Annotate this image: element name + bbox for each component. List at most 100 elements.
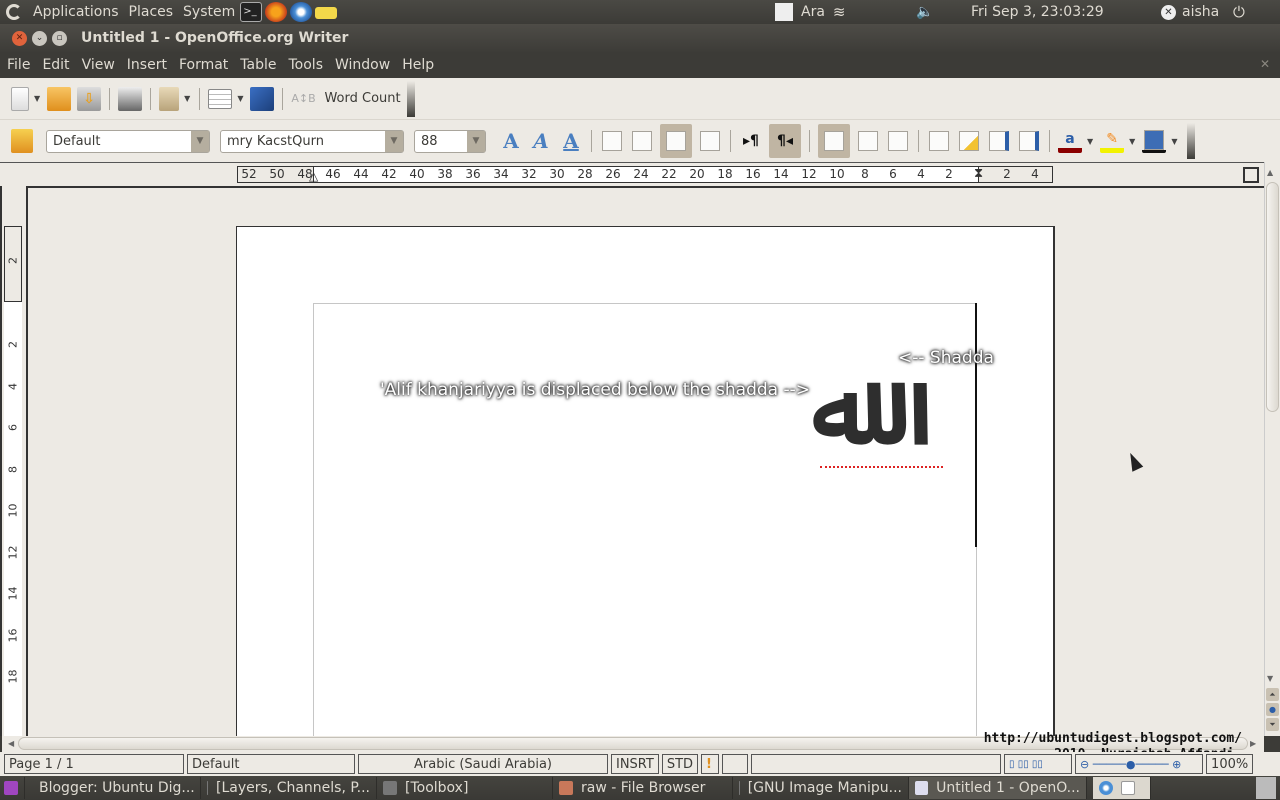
scroll-down-icon[interactable]: ▼ xyxy=(1267,674,1273,683)
navigation-icon[interactable]: ● xyxy=(1266,703,1279,716)
volume-icon[interactable]: 🔈 xyxy=(916,0,933,24)
window-maximize-button[interactable]: ▫ xyxy=(52,30,67,46)
task-openoffice-writer[interactable]: Untitled 1 - OpenO... xyxy=(909,777,1087,799)
document-icon[interactable] xyxy=(1121,781,1135,795)
task-blogger[interactable]: Blogger: Ubuntu Dig... xyxy=(25,777,201,799)
align-center-icon[interactable] xyxy=(630,129,654,153)
language-indicator[interactable]: Arabic (Saudi Arabia) xyxy=(358,754,608,774)
keyboard-indicator[interactable]: Ara ≋ xyxy=(775,0,846,24)
menu-window[interactable]: Window xyxy=(329,57,396,73)
highlighting-icon[interactable]: ✎ xyxy=(1100,129,1125,153)
task-file-browser[interactable]: raw - File Browser xyxy=(553,777,733,799)
firefox-icon[interactable] xyxy=(265,2,288,22)
zoom-level[interactable]: 100% xyxy=(1206,754,1254,774)
font-color-icon[interactable]: a xyxy=(1058,129,1082,153)
menu-view[interactable]: View xyxy=(76,57,121,73)
align-right-icon[interactable] xyxy=(660,124,692,158)
task-gimp-layers[interactable]: [Layers, Channels, P... xyxy=(201,777,377,799)
font-name-select[interactable]: mry KacstQurn ▼ xyxy=(220,129,404,153)
italic-icon[interactable]: A xyxy=(529,129,553,153)
justify-icon[interactable] xyxy=(698,129,722,153)
increase-indent-icon[interactable] xyxy=(987,129,1011,153)
align-top-icon[interactable] xyxy=(818,124,850,158)
power-icon[interactable]: ⏻ xyxy=(1233,0,1245,24)
background-color-icon[interactable] xyxy=(1142,129,1167,153)
document-modified-icon[interactable]: ! xyxy=(701,754,720,774)
new-document-icon[interactable] xyxy=(11,86,29,111)
chevron-down-icon[interactable]: ▼ xyxy=(467,130,485,152)
decrease-indent-icon[interactable] xyxy=(1017,129,1041,153)
ruler-right-margin[interactable] xyxy=(978,167,1052,182)
chevron-down-icon[interactable]: ▼ xyxy=(191,130,209,152)
right-indent-marker-icon[interactable]: ⧗ xyxy=(974,166,983,181)
menu-tools[interactable]: Tools xyxy=(283,57,330,73)
menu-help[interactable]: Help xyxy=(396,57,440,73)
bold-icon[interactable]: A xyxy=(499,129,523,153)
vertical-scrollbar[interactable]: ▲ ▼ ⏶ ● ⏷ xyxy=(1264,162,1280,736)
draw-functions-icon[interactable] xyxy=(250,86,275,111)
font-color-dropdown-icon[interactable]: ▼ xyxy=(1087,137,1093,146)
window-minimize-button[interactable]: ⌄ xyxy=(32,30,47,46)
applications-menu[interactable]: Applications xyxy=(28,4,124,20)
scroll-up-icon[interactable]: ▲ xyxy=(1267,168,1273,177)
paragraph-style-select[interactable]: Default ▼ xyxy=(46,129,210,153)
notes-icon[interactable] xyxy=(315,7,338,19)
trash-icon[interactable] xyxy=(1256,777,1276,799)
numbering-icon[interactable] xyxy=(927,129,951,153)
chevron-down-icon[interactable]: ▼ xyxy=(385,130,403,152)
paste-dropdown-icon[interactable]: ▼ xyxy=(184,94,190,103)
horizontal-ruler[interactable]: 52 50 48 46 44 42 40 38 36 34 32 30 28 26 24 22 20 18 16 14… xyxy=(237,166,1053,183)
vertical-scroll-thumb[interactable] xyxy=(1266,182,1279,412)
keyboard-layout[interactable]: Ara xyxy=(801,4,825,20)
show-desktop-icon[interactable] xyxy=(0,777,25,799)
highlighting-dropdown-icon[interactable]: ▼ xyxy=(1129,137,1135,146)
chromium-icon[interactable] xyxy=(290,2,313,22)
page-indicator[interactable]: Page 1 / 1 xyxy=(4,754,184,774)
background-color-dropdown-icon[interactable]: ▼ xyxy=(1171,137,1177,146)
text-area-boundary[interactable] xyxy=(313,303,977,736)
underline-icon[interactable]: A xyxy=(559,129,583,153)
menu-table[interactable]: Table xyxy=(234,57,282,73)
menu-edit[interactable]: Edit xyxy=(36,57,75,73)
window-close-button[interactable]: ✕ xyxy=(12,30,27,46)
arabic-word[interactable]: ﷲ xyxy=(812,344,871,474)
terminal-icon[interactable]: >_ xyxy=(240,2,263,22)
previous-page-icon[interactable]: ⏶ xyxy=(1266,688,1279,701)
ubuntu-logo-icon[interactable] xyxy=(6,4,22,20)
styles-formatting-icon[interactable] xyxy=(11,129,33,153)
word-count-icon[interactable]: A↕B xyxy=(291,87,315,111)
save-icon[interactable]: ⇩ xyxy=(77,86,102,111)
font-size-select[interactable]: 88 ▼ xyxy=(414,129,486,153)
vertical-ruler[interactable]: 2 2 4 6 8 10 12 14 16 18 xyxy=(4,226,22,736)
ruler-toggle-icon[interactable] xyxy=(1243,167,1259,183)
task-gimp-toolbox[interactable]: [Toolbox] xyxy=(377,777,553,799)
page-style-indicator[interactable]: Default xyxy=(187,754,355,774)
clock[interactable]: Fri Sep 3, 23:03:29 xyxy=(971,0,1104,24)
align-middle-icon[interactable] xyxy=(856,129,880,153)
right-to-left-icon[interactable]: ¶◂ xyxy=(769,124,801,158)
insert-mode-indicator[interactable]: INSRT xyxy=(611,754,659,774)
close-document-icon[interactable]: ✕ xyxy=(1260,57,1270,71)
align-bottom-icon[interactable] xyxy=(886,129,910,153)
scroll-right-icon[interactable]: ▶ xyxy=(1250,739,1256,748)
toolbar-grip[interactable] xyxy=(1187,123,1196,159)
left-to-right-icon[interactable]: ▸¶ xyxy=(739,129,763,153)
table-icon[interactable] xyxy=(208,88,233,109)
wifi-icon[interactable]: ≋ xyxy=(833,3,846,21)
align-left-icon[interactable] xyxy=(600,129,624,153)
print-icon[interactable] xyxy=(118,86,143,111)
menu-format[interactable]: Format xyxy=(173,57,234,73)
next-page-icon[interactable]: ⏷ xyxy=(1266,718,1279,731)
selection-mode-indicator[interactable]: STD xyxy=(661,754,699,774)
digital-signature-cell[interactable] xyxy=(722,754,749,774)
left-indent-marker-icon[interactable]: △ xyxy=(309,169,318,183)
places-menu[interactable]: Places xyxy=(124,4,179,20)
menu-file[interactable]: File xyxy=(0,57,36,73)
word-count-button[interactable]: Word Count xyxy=(324,91,400,106)
chromium-icon[interactable] xyxy=(1099,781,1113,795)
open-folder-icon[interactable] xyxy=(47,86,72,111)
table-dropdown-icon[interactable]: ▼ xyxy=(237,94,243,103)
bullets-icon[interactable] xyxy=(957,129,981,153)
user-menu[interactable]: ✕ aisha xyxy=(1161,0,1219,24)
scroll-left-icon[interactable]: ◀ xyxy=(8,739,14,748)
